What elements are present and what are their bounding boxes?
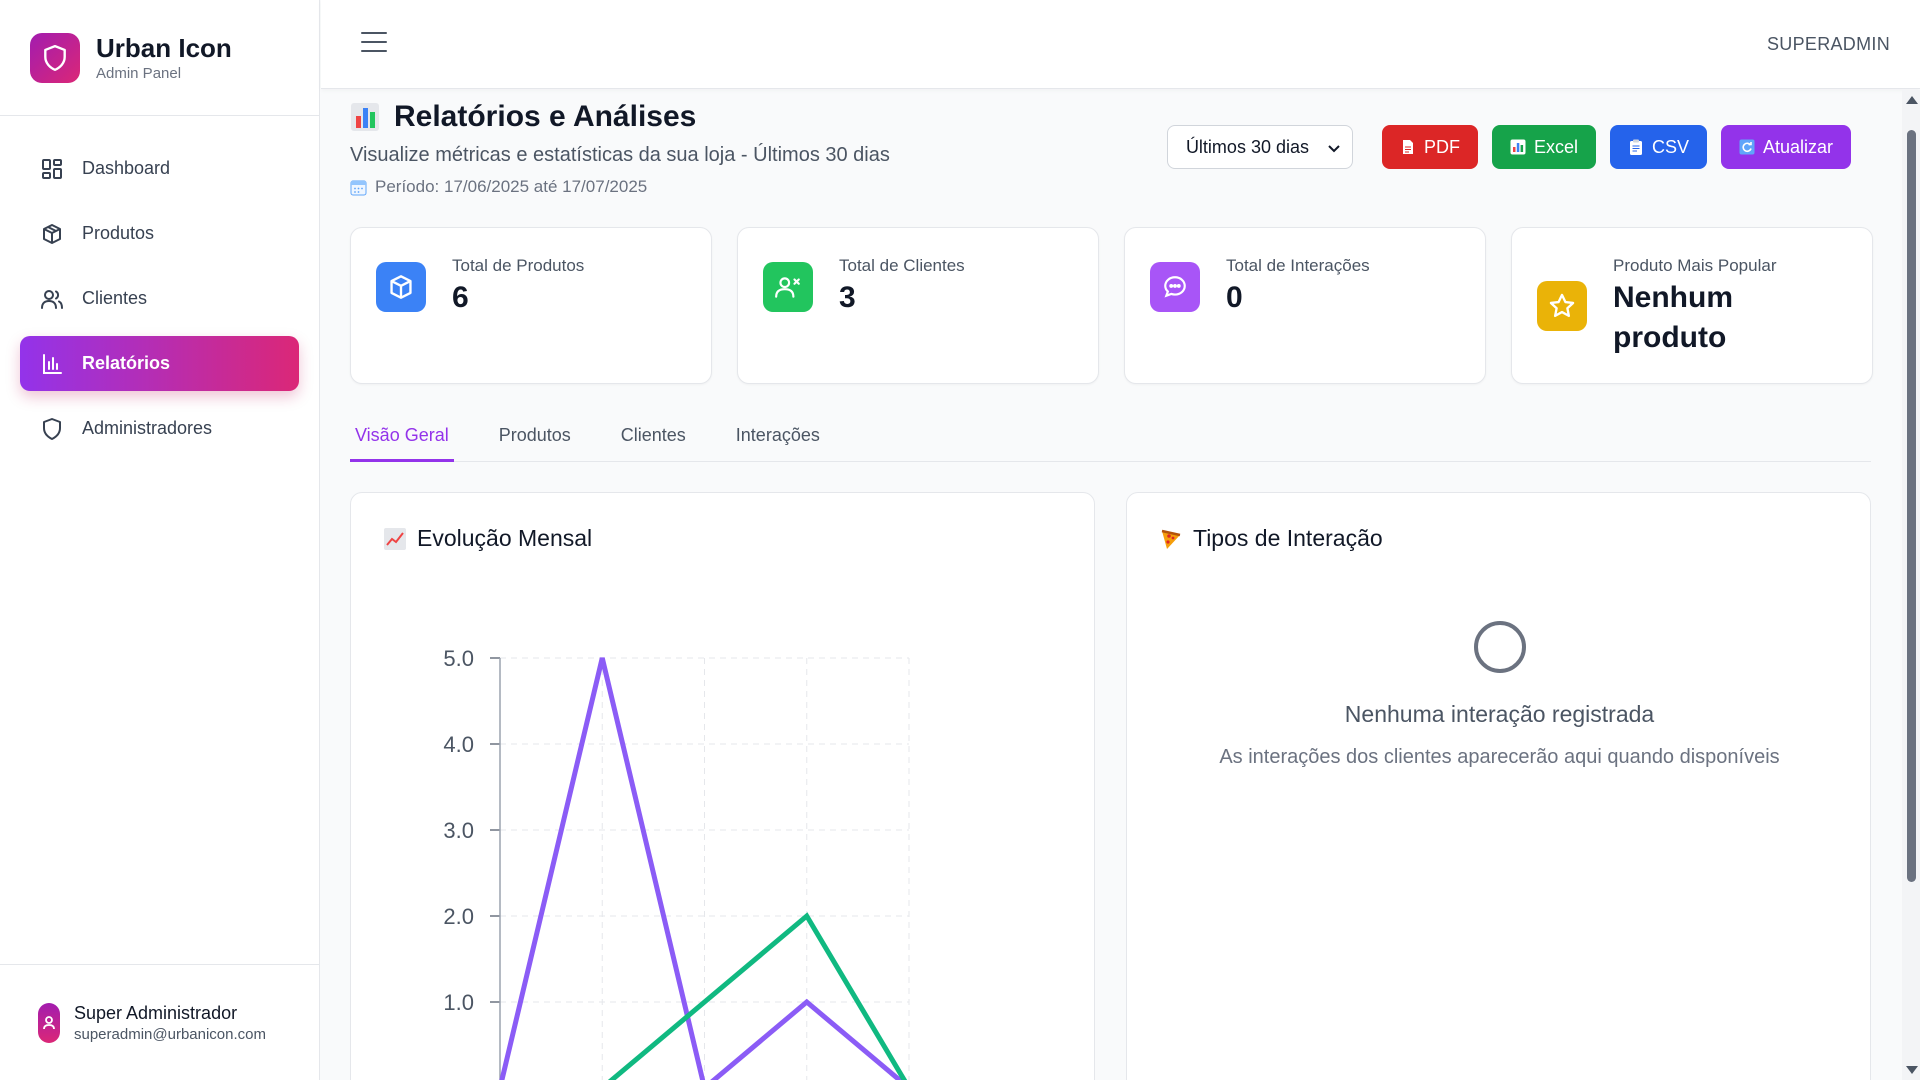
brand-title: Urban Icon [96, 33, 232, 63]
stat-card-popular-product: Produto Mais Popular Nenhum produto [1511, 227, 1873, 384]
user-email: superadmin@urbanicon.com [74, 1025, 266, 1043]
empty-state-title: Nenhuma interação registrada [1344, 701, 1655, 727]
page-title-text: Relatórios e Análises [394, 100, 697, 133]
sidebar-item-label: Dashboard [82, 158, 171, 178]
export-excel-label: Excel [1533, 136, 1578, 157]
shield-icon [40, 417, 64, 441]
sidebar-item-label: Clientes [82, 288, 148, 308]
sidebar-item-relatorios[interactable]: Relatórios [20, 336, 299, 391]
refresh-icon [1739, 139, 1755, 155]
page-title: Relatórios e Análises [350, 100, 890, 134]
y-tick-label: 5.0 [443, 646, 474, 671]
stat-card-clients: Total de Clientes 3 [737, 227, 1099, 384]
period-select-value: Últimos 30 dias [1185, 136, 1309, 157]
stat-label: Total de Produtos [452, 256, 585, 275]
scroll-up-icon[interactable] [1906, 96, 1918, 104]
interaction-types-panel: Tipos de Interação Nenhuma interação reg… [1126, 492, 1871, 1080]
monthly-evolution-chart: 5.0 4.0 3.0 2.0 1.0 [443, 646, 910, 1080]
bar-chart-emoji-icon [350, 102, 380, 132]
y-tick-label: 4.0 [443, 732, 474, 757]
chat-bubble-icon [1150, 262, 1200, 312]
chart-increasing-icon [383, 527, 407, 551]
y-tick-label: 3.0 [443, 818, 474, 843]
users-icon [40, 287, 64, 311]
stat-value: 0 [1226, 281, 1243, 314]
user-profile[interactable]: Super Administrador superadmin@urbanicon… [0, 964, 320, 1080]
page-subtitle: Visualize métricas e estatísticas da sua… [350, 144, 890, 166]
sidebar-item-dashboard[interactable]: Dashboard [20, 141, 299, 196]
stat-value: Nenhum produto [1613, 281, 1733, 354]
period-select[interactable]: Últimos 30 dias [1166, 125, 1353, 169]
bar-chart-icon [40, 352, 64, 376]
refresh-label: Atualizar [1762, 136, 1833, 157]
scrollbar-thumb[interactable] [1907, 130, 1916, 882]
star-icon [1537, 281, 1587, 331]
empty-circle-icon [1473, 621, 1526, 673]
report-tabs: Visão Geral Produtos Clientes Interações [350, 420, 1871, 462]
panel-title: Evolução Mensal [383, 525, 592, 552]
stat-card-products: Total de Produtos 6 [350, 227, 712, 384]
user-role-label[interactable]: SUPERADMIN [1767, 34, 1890, 55]
document-icon [1400, 139, 1416, 155]
tab-clientes[interactable]: Clientes [616, 420, 691, 462]
menu-toggle-icon[interactable] [361, 32, 387, 52]
user-name: Super Administrador [74, 1002, 238, 1023]
cube-icon [376, 262, 426, 312]
shield-icon [30, 32, 80, 83]
monthly-evolution-panel: Evolução Mensal 5.0 4.0 3.0 2.0 1.0 [350, 492, 1095, 1080]
sidebar-item-label: Produtos [82, 223, 155, 243]
panel-title: Tipos de Interação [1159, 525, 1383, 552]
avatar [38, 1002, 60, 1043]
stat-value: 3 [839, 281, 856, 314]
export-excel-button[interactable]: Excel [1491, 125, 1596, 169]
brand-subtitle: Admin Panel [96, 65, 182, 82]
stat-label: Total de Clientes [839, 256, 965, 275]
period-label: Período: 17/06/2025 até 17/07/2025 [350, 177, 890, 197]
tab-interacoes[interactable]: Interações [731, 420, 825, 462]
stat-label: Total de Interações [1226, 256, 1370, 275]
page-header: Relatórios e Análises Visualize métricas… [350, 100, 890, 197]
stat-label: Produto Mais Popular [1613, 256, 1777, 275]
export-csv-label: CSV [1651, 136, 1689, 157]
chevron-down-icon [1328, 137, 1340, 158]
y-tick-label: 2.0 [443, 904, 474, 929]
refresh-button[interactable]: Atualizar [1720, 125, 1851, 169]
bar-chart-icon [1510, 139, 1526, 155]
page-scrollbar[interactable] [1902, 90, 1920, 1080]
sidebar-item-produtos[interactable]: Produtos [20, 206, 299, 261]
sidebar-item-clientes[interactable]: Clientes [20, 271, 299, 326]
pizza-icon [1159, 527, 1183, 551]
calendar-icon [350, 179, 367, 196]
empty-state-description: As interações dos clientes aparecerão aq… [1219, 746, 1780, 768]
brand[interactable]: Urban Icon Admin Panel [0, 0, 319, 116]
sidebar-item-administradores[interactable]: Administradores [20, 401, 299, 456]
stat-card-interactions: Total de Interações 0 [1124, 227, 1486, 384]
topbar: SUPERADMIN [321, 0, 1920, 89]
report-actions: Últimos 30 dias PDF Excel CSV Atualizar [1166, 125, 1851, 169]
stats-row: Total de Produtos 6 Total de Clientes 3 … [350, 227, 1873, 384]
box-icon [40, 222, 64, 246]
export-pdf-button[interactable]: PDF [1381, 125, 1478, 169]
export-csv-button[interactable]: CSV [1609, 125, 1707, 169]
clipboard-icon [1628, 139, 1644, 155]
scroll-down-icon[interactable] [1906, 1066, 1918, 1074]
panel-title-text: Tipos de Interação [1193, 525, 1383, 551]
sidebar-item-label: Administradores [82, 418, 213, 438]
export-pdf-label: PDF [1423, 136, 1460, 157]
y-tick-label: 1.0 [443, 990, 474, 1015]
sidebar-nav: Dashboard Produtos Clientes Relatórios A… [0, 116, 319, 456]
stat-value: 6 [452, 281, 469, 314]
sidebar-item-label: Relatórios [82, 353, 171, 373]
panel-title-text: Evolução Mensal [417, 525, 593, 551]
period-text: Período: 17/06/2025 até 17/07/2025 [375, 177, 648, 196]
tab-visao-geral[interactable]: Visão Geral [350, 420, 454, 462]
dashboard-grid-icon [40, 157, 64, 181]
user-plus-icon [763, 262, 813, 312]
main-content: Relatórios e Análises Visualize métricas… [321, 90, 1901, 1080]
tab-produtos[interactable]: Produtos [494, 420, 576, 462]
empty-state: Nenhuma interação registrada As interaçõ… [1127, 621, 1872, 769]
sidebar: Urban Icon Admin Panel Dashboard Produto… [0, 0, 320, 1080]
